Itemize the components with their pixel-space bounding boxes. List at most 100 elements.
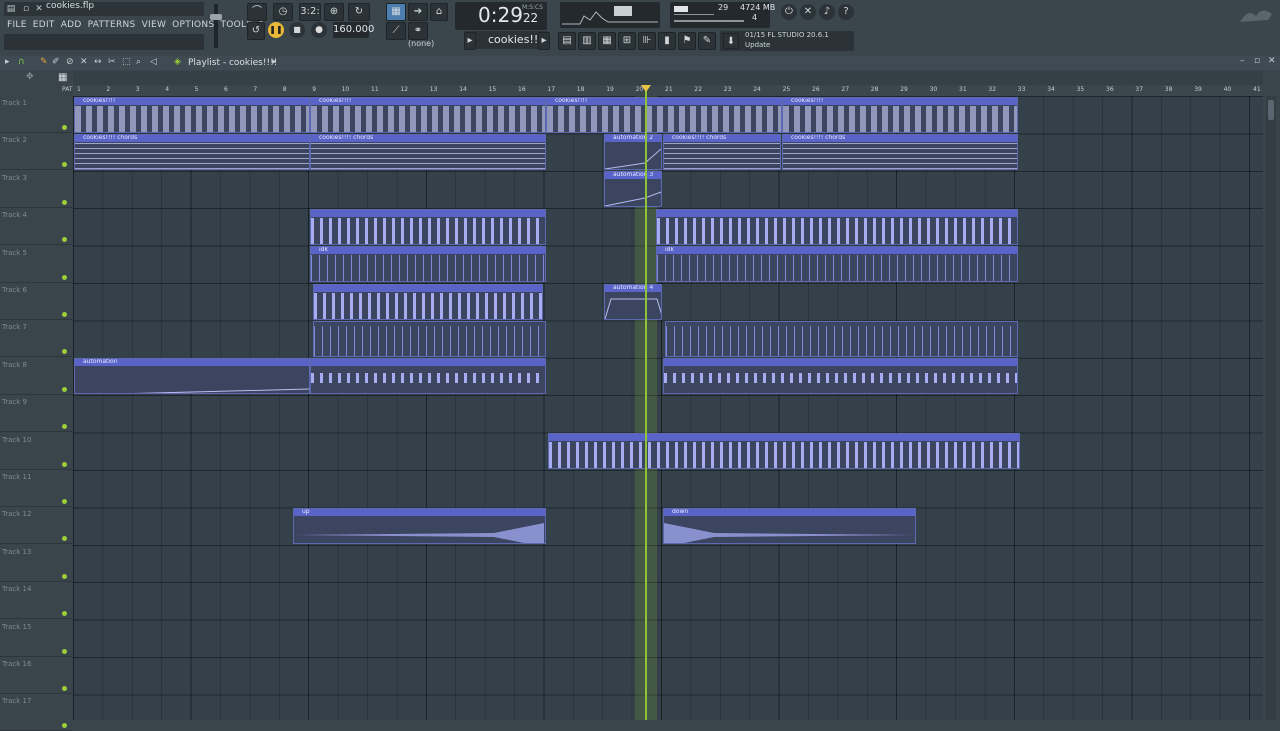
piano-roll-icon[interactable]: ▦ [598,32,616,50]
clip-idk-2[interactable]: idk [656,246,1018,282]
track-header[interactable]: Track 17 [0,694,72,731]
track-mute-led-icon[interactable] [62,686,67,691]
plugin-picker-icon[interactable]: ⚑ [678,32,696,50]
clip-cookies-3[interactable]: cookies!!!! [546,97,782,133]
pattern-picker-icon[interactable]: ▦ [58,72,67,83]
track-mute-led-icon[interactable] [62,162,67,168]
track-header[interactable]: Track 16 [0,657,72,694]
playhead-marker-icon[interactable] [641,85,651,92]
clip-bass-1[interactable] [310,358,546,394]
play-pause-button[interactable]: ❚❚ [268,22,284,38]
clip-drums-2[interactable] [656,209,1018,245]
step-edit-icon[interactable]: ➔ [408,3,428,21]
pattern-song-icon[interactable]: ⌒ [247,3,267,21]
track-mute-led-icon[interactable] [62,536,67,542]
touch-keyboard-icon[interactable]: ✎ [698,32,716,50]
track-header[interactable]: Track 13 [0,545,72,582]
tempo-display[interactable]: 160.000 [333,22,374,38]
track-header[interactable]: Track 1 [0,96,72,133]
master-volume-slider[interactable] [214,4,218,48]
cpu-reset-icon[interactable]: ⏻ [781,4,797,20]
clip-bass-2[interactable] [663,358,1018,394]
help-icon[interactable]: ? [838,4,854,20]
nudge-icon[interactable]: ✥ [26,72,34,82]
mixer-icon[interactable]: ⊪ [638,32,656,50]
clip-down[interactable]: down [663,508,916,544]
zoom-tool-icon[interactable]: ⌕ [136,57,141,67]
track-mute-led-icon[interactable] [62,274,67,280]
track-mute-led-icon[interactable] [62,237,67,243]
track-header[interactable]: Track 11 [0,470,72,507]
track-header[interactable]: Track 2 [0,133,72,171]
track-header[interactable]: Track 8 [0,358,72,395]
scrollbar-thumb[interactable] [1268,100,1274,120]
tools-icon[interactable]: ✕ [800,4,816,20]
clip-track10[interactable] [548,433,1020,469]
clip-perc-2[interactable] [665,321,1018,357]
song-mode-icon[interactable]: ↺ [247,22,265,40]
master-volume-knob[interactable] [210,14,222,20]
clip-automation-3[interactable]: automation 3 [604,171,662,207]
clip-cookies-2[interactable]: cookies!!!! [310,97,546,133]
wait-input-icon[interactable]: ⊕ [324,3,344,21]
record-button[interactable]: ● [311,22,327,38]
minimize-icon[interactable]: ▫ [21,4,31,14]
link-icon[interactable]: ⚭ [408,22,428,40]
playhead[interactable] [645,86,647,720]
track-mute-led-icon[interactable] [62,199,67,205]
track-mute-led-icon[interactable] [62,573,67,579]
clip-hats-1[interactable] [313,284,543,320]
pattern-next-icon[interactable]: ▸ [538,32,550,50]
browser-icon[interactable]: ⊞ [618,32,636,50]
track-mute-led-icon[interactable] [62,125,67,130]
vertical-scrollbar[interactable] [1266,96,1276,720]
channel-icon[interactable]: ▮ [658,32,676,50]
playlist-minimize-icon[interactable]: – [1240,56,1245,66]
track-header[interactable]: Track 9 [0,395,72,433]
clip-up[interactable]: up [293,508,546,544]
track-header[interactable]: Track 10 [0,433,72,470]
download-icon[interactable]: ⬇ [723,33,739,49]
snap-icon[interactable]: ⟋ [386,22,406,40]
track-mute-led-icon[interactable] [62,499,67,504]
track-mute-led-icon[interactable] [62,461,67,467]
draw-tool-icon[interactable]: ✎ [40,57,48,67]
microphone-icon[interactable]: ♪ [819,4,835,20]
recording-icon[interactable]: ⌂ [430,3,448,21]
clip-chords-3[interactable]: cookies!!!! chords [663,134,781,170]
clip-automation-4[interactable]: automation 4 [604,284,662,320]
playlist-grid[interactable] [73,96,1263,720]
menu-file[interactable]: FILE [4,18,30,32]
playlist-icon[interactable]: ▤ [558,32,576,50]
menu-options[interactable]: OPTIONS [169,18,217,32]
playlist-maximize-icon[interactable]: ▫ [1254,56,1260,66]
clip-cookies-4[interactable]: cookies!!!! [782,97,1018,133]
clip-chords-2[interactable]: cookies!!!! chords [310,134,546,170]
delete-tool-icon[interactable]: ⊘ [66,57,74,67]
track-mute-led-icon[interactable] [62,349,67,355]
track-header[interactable]: Track 4 [0,208,72,246]
clip-perc-1[interactable] [313,321,546,357]
stop-button[interactable]: ■ [289,22,305,38]
playlist-options-icon[interactable]: ▸ [5,57,10,67]
arrangement-icon[interactable]: ◈ [174,57,181,67]
track-mute-led-icon[interactable] [62,312,67,317]
channel-selector[interactable]: (none) [408,39,434,48]
slice-tool-icon[interactable]: ✂ [108,57,116,67]
track-mute-led-icon[interactable] [62,611,67,617]
menu-edit[interactable]: EDIT [30,18,58,32]
track-mute-led-icon[interactable] [62,723,67,729]
loop-record-icon[interactable]: ↻ [348,3,370,21]
track-header[interactable]: Track 14 [0,582,72,620]
track-mute-led-icon[interactable] [62,648,67,654]
menu-add[interactable]: ADD [58,18,85,32]
typing-keyboard-icon[interactable]: ▦ [386,3,406,21]
track-header[interactable]: Track 6 [0,283,72,320]
track-mute-led-icon[interactable] [62,386,67,392]
clip-drums-1[interactable] [310,209,546,245]
track-header[interactable]: Track 5 [0,246,72,283]
snap-magnet-icon[interactable]: ∩ [18,57,25,67]
playback-tool-icon[interactable]: ◁ [150,57,157,67]
track-header[interactable]: Track 15 [0,620,72,657]
channel-rack-icon[interactable]: ▥ [578,32,596,50]
